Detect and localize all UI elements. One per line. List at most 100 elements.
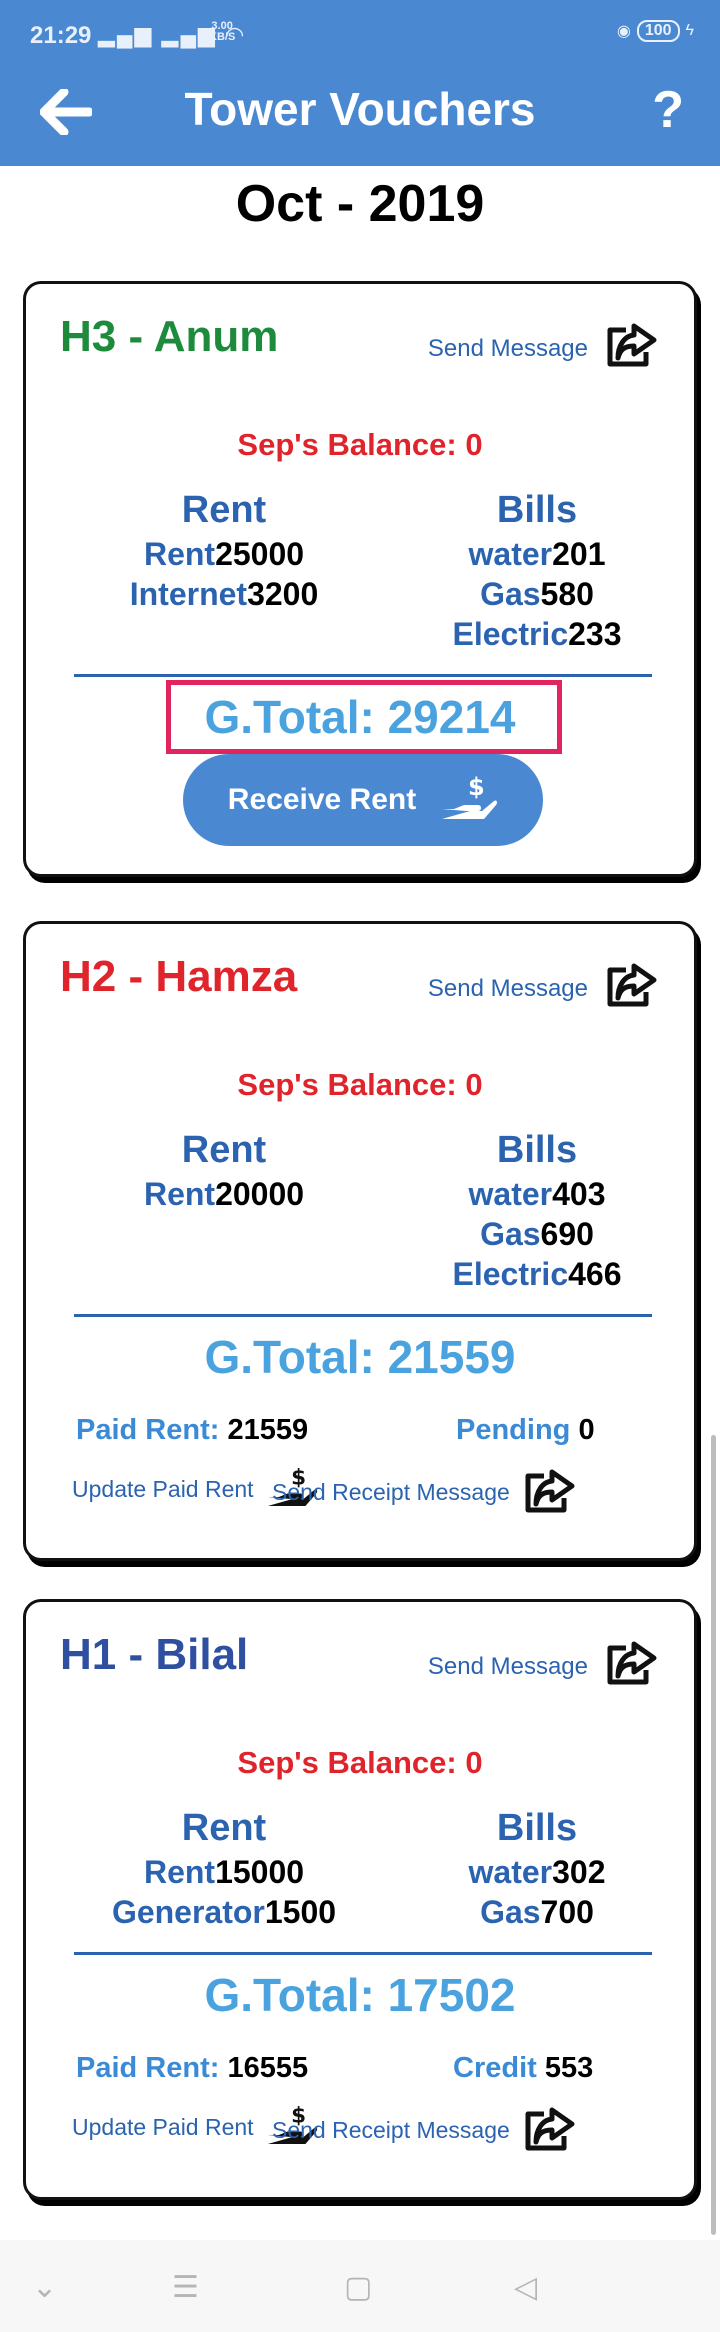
divider: [74, 1952, 652, 1955]
update-paid-rent-label: Update Paid Rent: [72, 2113, 254, 2140]
bill-item: water403: [407, 1174, 667, 1214]
rent-item: Rent20000: [94, 1174, 354, 1214]
alarm-icon: ◉: [616, 23, 631, 40]
bill-item-label: Gas: [480, 576, 541, 612]
tenant-name: H1 - Bilal: [60, 1630, 249, 1679]
menu-icon[interactable]: ☰: [172, 2270, 199, 2305]
network-speed: 3.00 KB/S: [209, 21, 235, 43]
paid-rent-value: 16555: [227, 2052, 309, 2084]
send-receipt-label: Send Receipt Message: [272, 2116, 510, 2143]
rent-item: Generator1500: [94, 1892, 354, 1932]
send-message-button[interactable]: Send Message: [428, 322, 658, 370]
send-message-label: Send Message: [427, 1653, 588, 1680]
rent-item-label: Rent: [143, 536, 216, 572]
pending-amount: Pending 0: [456, 1414, 595, 1447]
bill-item-value: 466: [568, 1256, 622, 1292]
rent-item-label: Generator: [111, 1894, 265, 1930]
svg-text:$: $: [468, 773, 485, 801]
bill-item: Gas690: [407, 1214, 667, 1254]
home-icon[interactable]: ▢: [344, 2270, 372, 2305]
send-receipt-message-button[interactable]: Send Receipt Message: [272, 1468, 576, 1516]
previous-balance: Sep's Balance: 0: [237, 1067, 483, 1102]
page-title: Tower Vouchers: [184, 83, 536, 135]
bill-item: Electric233: [407, 614, 667, 654]
battery-level: 100: [636, 20, 680, 42]
send-receipt-message-button[interactable]: Send Receipt Message: [272, 2106, 576, 2154]
bill-item: Gas580: [407, 574, 667, 614]
previous-balance: Sep's Balance: 0: [237, 427, 483, 462]
rent-column: Rent Rent15000 Generator1500: [94, 1807, 354, 1932]
pending-label: Pending: [456, 1414, 571, 1446]
bill-item-label: Electric: [452, 616, 569, 652]
voucher-card: H1 - Bilal Send Message Sep's Balance: 0…: [23, 1599, 697, 2200]
bill-item: water302: [407, 1852, 667, 1892]
back-icon[interactable]: ◁: [514, 2270, 537, 2305]
previous-balance: Sep's Balance: 0: [237, 1745, 483, 1780]
paid-rent: Paid Rent: 16555: [76, 2052, 308, 2085]
month-heading: Oct - 2019: [235, 175, 485, 233]
paid-rent-value: 21559: [227, 1414, 309, 1446]
divider: [74, 674, 652, 677]
rent-item-value: 20000: [215, 1176, 305, 1212]
receive-rent-label: Receive Rent: [227, 783, 417, 816]
scrollbar[interactable]: [711, 1435, 716, 2235]
pending-value: 0: [578, 1414, 595, 1446]
chevron-down-icon[interactable]: ⌄: [32, 2270, 57, 2305]
app-bar: 21:29 ▂▄▆ ▂▄▆ ◠ 3.00 KB/S ◉ 100 ϟ Tower …: [0, 0, 720, 166]
rent-item-value: 3200: [247, 576, 319, 612]
divider: [74, 1314, 652, 1317]
rent-header: Rent: [181, 489, 267, 531]
tenant-name: H3 - Anum: [60, 312, 279, 361]
send-message-button[interactable]: Send Message: [428, 962, 658, 1010]
paid-rent-label: Paid Rent:: [76, 2052, 220, 2084]
paid-rent: Paid Rent: 21559: [76, 1414, 308, 1447]
bill-item: Gas700: [407, 1892, 667, 1932]
send-message-label: Send Message: [427, 975, 588, 1002]
bill-item: Electric466: [407, 1254, 667, 1294]
rent-item-label: Internet: [129, 576, 248, 612]
rent-item: Rent15000: [94, 1852, 354, 1892]
grand-total: G.Total: 21559: [204, 1331, 516, 1383]
bill-item-value: 580: [540, 576, 594, 612]
bills-header: Bills: [496, 489, 578, 531]
send-message-label: Send Message: [427, 335, 588, 362]
bill-item-value: 233: [568, 616, 622, 652]
share-icon: [607, 963, 657, 1007]
rent-item-label: Rent: [143, 1854, 216, 1890]
battery-indicator: ◉ 100 ϟ: [617, 20, 694, 42]
send-message-button[interactable]: Send Message: [428, 1640, 658, 1688]
rent-column: Rent Rent20000: [94, 1129, 354, 1214]
share-icon: [525, 1469, 575, 1513]
receive-rent-button[interactable]: Receive Rent $: [183, 754, 543, 846]
paid-rent-label: Paid Rent:: [76, 1414, 220, 1446]
bill-item-label: Gas: [480, 1216, 541, 1252]
rent-item-value: 25000: [215, 536, 305, 572]
bill-item-value: 302: [552, 1854, 606, 1890]
credit-label: Credit: [453, 2052, 537, 2084]
bill-item-value: 201: [552, 536, 606, 572]
bill-item-label: water: [468, 1176, 553, 1212]
rent-item: Rent25000: [94, 534, 354, 574]
update-paid-rent-label: Update Paid Rent: [72, 1475, 254, 1502]
hand-money-icon: $: [442, 773, 498, 819]
voucher-card: H3 - Anum Send Message Sep's Balance: 0 …: [23, 281, 697, 877]
bills-column: Bills water201 Gas580 Electric233: [407, 489, 667, 654]
bill-item-label: water: [468, 536, 553, 572]
rent-header: Rent: [181, 1129, 267, 1171]
bills-header: Bills: [496, 1129, 578, 1171]
bill-item-label: Electric: [452, 1256, 569, 1292]
rent-item: Internet3200: [94, 574, 354, 614]
bill-item-value: 403: [552, 1176, 606, 1212]
help-button[interactable]: ?: [652, 80, 684, 140]
bill-item-value: 690: [540, 1216, 594, 1252]
tenant-name: H2 - Hamza: [60, 952, 298, 1001]
grand-total: G.Total: 29214: [204, 691, 516, 743]
status-bar: 21:29 ▂▄▆ ▂▄▆ ◠ 3.00 KB/S ◉ 100 ϟ: [0, 0, 720, 70]
share-icon: [525, 2107, 575, 2151]
rent-header: Rent: [181, 1807, 267, 1849]
system-nav-bar: ⌄ ☰ ▢ ◁: [0, 2240, 720, 2332]
voucher-card: H2 - Hamza Send Message Sep's Balance: 0…: [23, 921, 697, 1561]
status-time: 21:29: [30, 22, 92, 49]
bill-item-label: water: [468, 1854, 553, 1890]
bill-item: water201: [407, 534, 667, 574]
